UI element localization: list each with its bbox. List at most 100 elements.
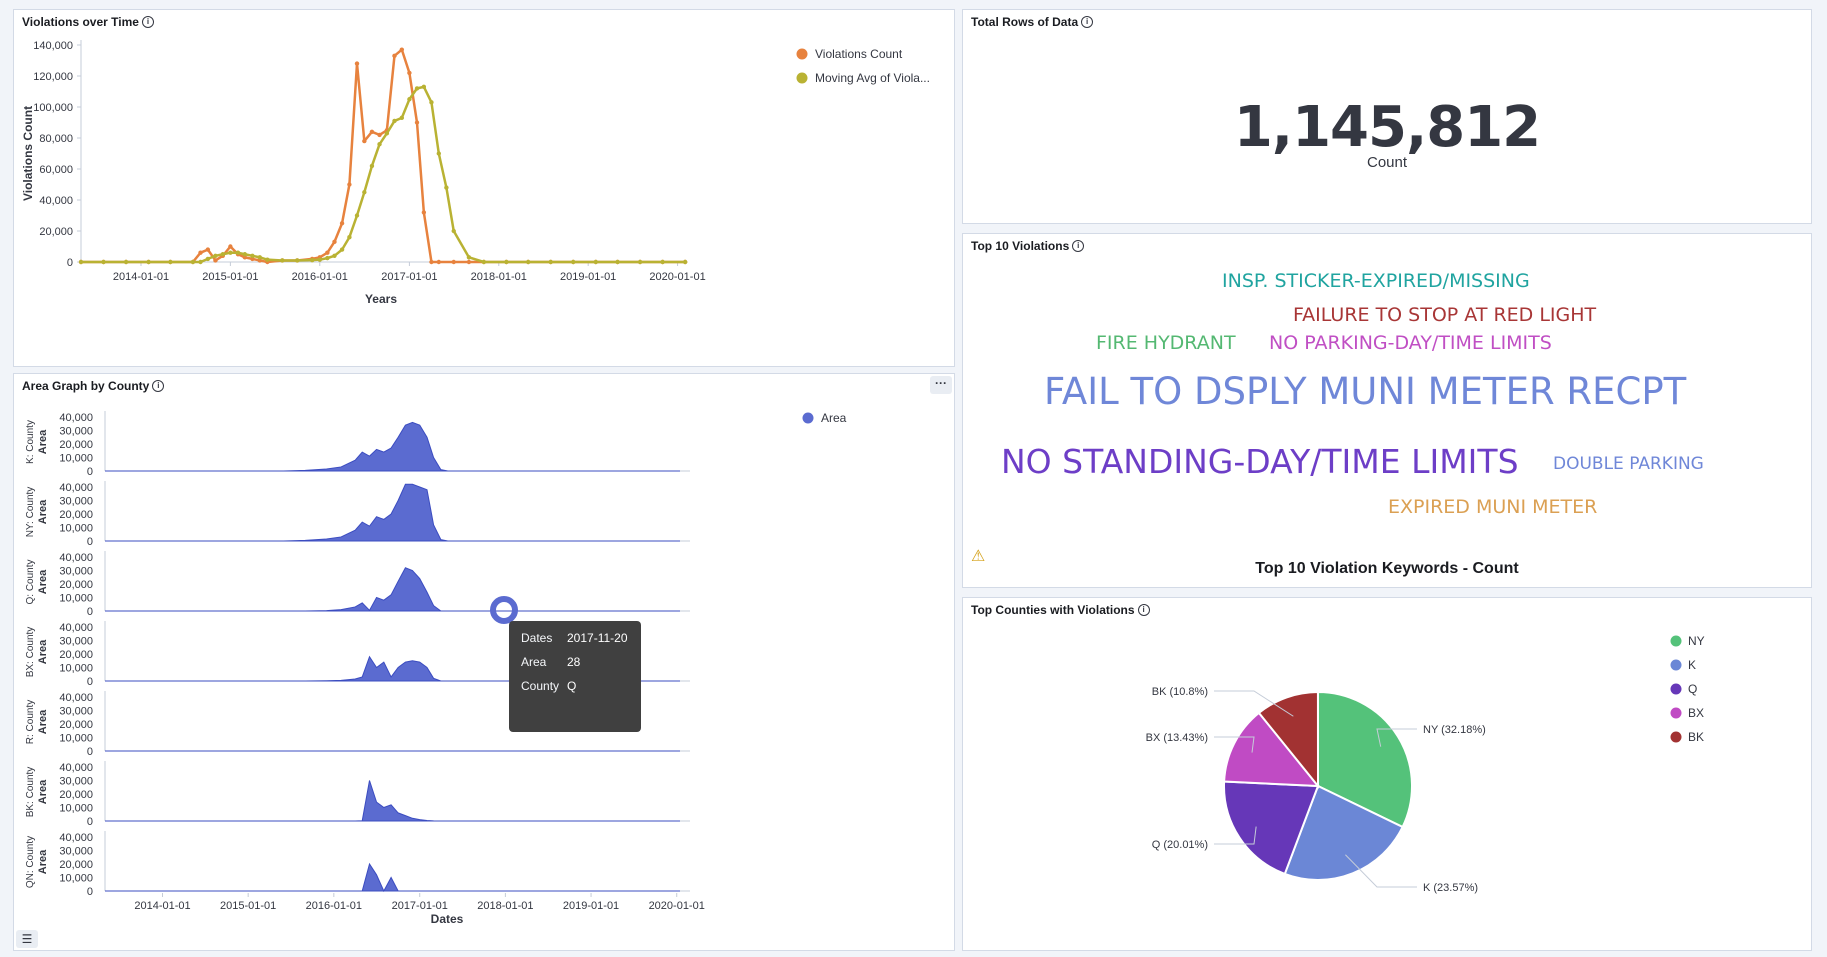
- data-point[interactable]: [325, 250, 330, 255]
- data-point[interactable]: [235, 250, 241, 255]
- data-point[interactable]: [481, 259, 487, 265]
- data-point[interactable]: [220, 252, 225, 257]
- word-cloud-word[interactable]: FAIL TO DSPLY MUNI METER RECPT: [1044, 370, 1686, 413]
- data-point[interactable]: [354, 213, 360, 218]
- data-point[interactable]: [332, 239, 337, 245]
- data-point[interactable]: [466, 259, 472, 265]
- data-point[interactable]: [682, 259, 688, 265]
- legend-swatch[interactable]: [796, 48, 808, 60]
- data-point[interactable]: [421, 84, 427, 90]
- data-point[interactable]: [250, 253, 255, 258]
- legend-label[interactable]: Violations Count: [815, 47, 903, 61]
- legend-swatch[interactable]: [796, 72, 808, 84]
- data-point[interactable]: [198, 250, 203, 255]
- word-cloud-word[interactable]: NO PARKING-DAY/TIME LIMITS: [1269, 332, 1552, 354]
- data-point[interactable]: [123, 259, 129, 265]
- word-cloud-word[interactable]: DOUBLE PARKING: [1553, 454, 1704, 474]
- data-point[interactable]: [660, 259, 665, 265]
- data-point[interactable]: [525, 259, 531, 265]
- data-point[interactable]: [257, 255, 262, 260]
- area-series-6[interactable]: [105, 862, 680, 893]
- data-point[interactable]: [295, 258, 300, 263]
- pie-chart[interactable]: NY (32.18%) K (23.57%) Q (20.01%) BX (13.43…: [963, 598, 1811, 950]
- legend-swatch[interactable]: [1670, 731, 1682, 743]
- info-icon[interactable]: i: [1081, 16, 1094, 28]
- data-point[interactable]: [392, 118, 397, 124]
- word-cloud-word[interactable]: INSP. STICKER-EXPIRED/MISSING: [1222, 270, 1530, 292]
- word-cloud-word[interactable]: FIRE HYDRANT: [1096, 332, 1236, 354]
- data-point[interactable]: [444, 185, 449, 190]
- data-point[interactable]: [637, 259, 643, 265]
- data-point[interactable]: [228, 250, 233, 255]
- data-point[interactable]: [429, 259, 434, 265]
- data-point[interactable]: [504, 259, 509, 265]
- data-point[interactable]: [280, 258, 285, 263]
- data-point[interactable]: [198, 259, 203, 265]
- data-point[interactable]: [78, 259, 84, 265]
- area-series-1[interactable]: [105, 483, 680, 542]
- line-chart[interactable]: 0 20,000 40,000 60,000 80,000 100,000 120,000 1…: [14, 10, 954, 366]
- data-point[interactable]: [339, 247, 345, 252]
- data-point[interactable]: [339, 221, 345, 226]
- data-point[interactable]: [265, 257, 270, 262]
- legend-label[interactable]: BK: [1688, 730, 1704, 744]
- data-point[interactable]: [548, 259, 553, 265]
- data-point[interactable]: [429, 100, 434, 105]
- legend-swatch[interactable]: [1670, 635, 1682, 647]
- legend-label[interactable]: K: [1688, 658, 1696, 672]
- legend-label[interactable]: Moving Avg of Viola...: [815, 71, 930, 85]
- data-point[interactable]: [369, 129, 375, 134]
- data-point[interactable]: [205, 247, 211, 252]
- data-point[interactable]: [146, 259, 151, 265]
- data-point[interactable]: [414, 120, 420, 125]
- legend-label[interactable]: Q: [1688, 682, 1697, 696]
- data-point[interactable]: [451, 228, 456, 234]
- data-point[interactable]: [168, 259, 173, 265]
- data-point[interactable]: [332, 253, 337, 258]
- data-point[interactable]: [399, 47, 405, 52]
- series-line-0[interactable]: [81, 48, 686, 264]
- data-point[interactable]: [362, 190, 367, 195]
- legend-swatch[interactable]: [1670, 683, 1682, 695]
- data-point[interactable]: [377, 132, 382, 138]
- data-point[interactable]: [392, 53, 397, 59]
- hover-marker[interactable]: [490, 596, 518, 624]
- data-point[interactable]: [414, 86, 420, 91]
- legend-swatch[interactable]: [1670, 659, 1682, 671]
- data-point[interactable]: [228, 244, 233, 249]
- data-point[interactable]: [213, 253, 218, 258]
- data-point[interactable]: [242, 252, 248, 257]
- word-cloud-word[interactable]: NO STANDING-DAY/TIME LIMITS: [1001, 442, 1519, 481]
- data-point[interactable]: [436, 151, 441, 156]
- data-point[interactable]: [399, 115, 405, 121]
- data-point[interactable]: [377, 142, 382, 147]
- data-point[interactable]: [421, 210, 427, 215]
- data-point[interactable]: [101, 259, 106, 265]
- area-chart[interactable]: 010,00020,00030,00040,000K: County Area01…: [13, 373, 955, 951]
- data-point[interactable]: [407, 70, 412, 76]
- data-point[interactable]: [317, 257, 322, 262]
- area-series-2[interactable]: [105, 567, 680, 612]
- word-cloud-word[interactable]: FAILURE TO STOP AT RED LIGHT: [1293, 304, 1596, 326]
- data-point[interactable]: [213, 258, 218, 263]
- area-series-0[interactable]: [105, 421, 680, 472]
- data-point[interactable]: [347, 235, 352, 240]
- area-series-5[interactable]: [105, 780, 680, 822]
- legend-label[interactable]: BX: [1688, 706, 1704, 720]
- data-point[interactable]: [190, 259, 196, 265]
- data-point[interactable]: [309, 257, 315, 263]
- data-point[interactable]: [571, 259, 576, 265]
- word-cloud-word[interactable]: EXPIRED MUNI METER: [1388, 496, 1597, 518]
- data-point[interactable]: [466, 255, 472, 260]
- legend-swatch[interactable]: [1670, 707, 1682, 719]
- data-point[interactable]: [362, 138, 367, 144]
- data-point[interactable]: [325, 255, 330, 261]
- legend-label[interactable]: NY: [1688, 634, 1705, 648]
- data-point[interactable]: [451, 259, 456, 265]
- data-point[interactable]: [407, 97, 412, 102]
- series-line-1[interactable]: [81, 85, 686, 264]
- data-point[interactable]: [593, 259, 598, 265]
- data-point[interactable]: [436, 259, 441, 265]
- data-point[interactable]: [205, 256, 211, 262]
- data-point[interactable]: [384, 131, 390, 136]
